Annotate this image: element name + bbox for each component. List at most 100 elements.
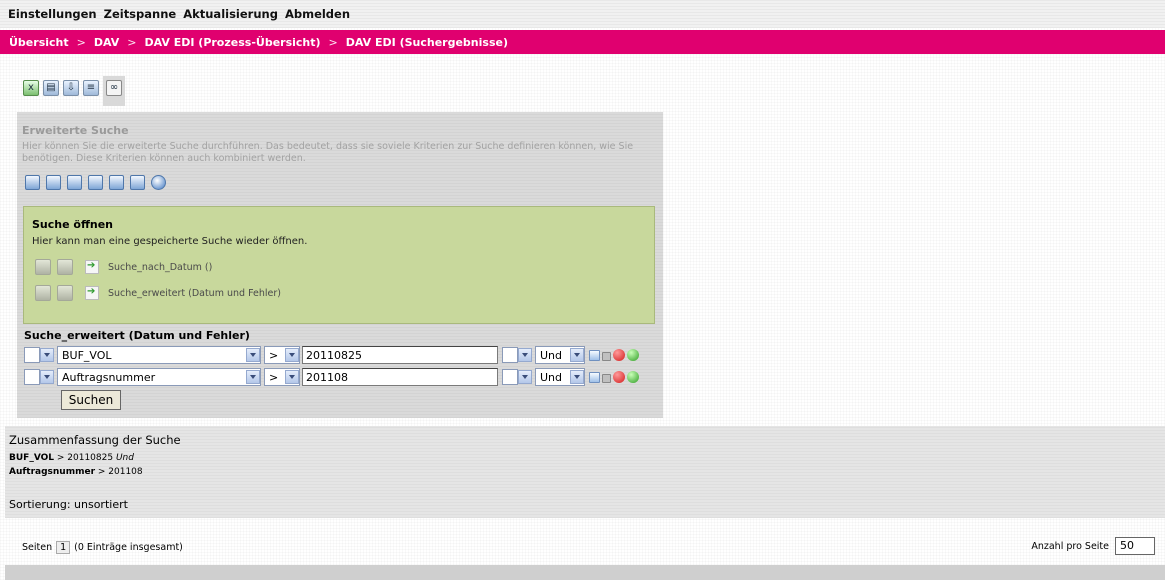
- open-search-icon[interactable]: [25, 175, 40, 190]
- search-toolbar: [25, 175, 166, 190]
- chevron-down-icon: [246, 370, 260, 384]
- operator-select[interactable]: >: [264, 346, 300, 364]
- per-page-control: Anzahl pro Seite 50: [1031, 537, 1155, 555]
- view-toolbar: x ▤ ⇩ ≡ ∞: [23, 76, 125, 106]
- summary-criterion: Auftragsnummer > 201108: [9, 467, 143, 477]
- open-paren-select[interactable]: [24, 369, 40, 385]
- chevron-down-icon: [246, 348, 260, 362]
- results-table-header: [5, 565, 1165, 580]
- logic-select[interactable]: Und: [535, 368, 585, 386]
- criteria-row: Auftragsnummer > 201108 Und: [24, 368, 639, 386]
- per-page-label: Anzahl pro Seite: [1031, 540, 1109, 552]
- field-select[interactable]: Auftragsnummer: [57, 368, 261, 386]
- breadcrumb-separator: >: [328, 35, 338, 49]
- saved-search-link[interactable]: Suche_erweitert (Datum und Fehler): [108, 288, 281, 299]
- add-row-icon[interactable]: [627, 349, 639, 361]
- summary-logic: Und: [115, 453, 134, 463]
- value-input[interactable]: 20110825: [302, 346, 498, 364]
- excel-export-icon[interactable]: x: [23, 80, 39, 96]
- tab-advanced-search[interactable]: ∞: [103, 76, 125, 106]
- criteria-row: BUF_VOL > 20110825 Und: [24, 346, 639, 364]
- breadcrumb-item-dav-edi-prozess[interactable]: DAV EDI (Prozess-Übersicht): [144, 36, 320, 49]
- menu-einstellungen[interactable]: Einstellungen: [8, 7, 97, 21]
- advanced-search-title: Erweiterte Suche: [22, 124, 129, 137]
- sort-value: unsortiert: [70, 498, 128, 511]
- open-arrow-icon[interactable]: [85, 260, 99, 274]
- help-icon[interactable]: [151, 175, 166, 190]
- open-paren-select[interactable]: [24, 347, 40, 363]
- menu-aktualisierung[interactable]: Aktualisierung: [183, 7, 278, 21]
- value-input[interactable]: 201108: [302, 368, 498, 386]
- excel-icon[interactable]: ▤: [43, 80, 59, 96]
- import-icon[interactable]: ⇩: [63, 80, 79, 96]
- menu-zeitspanne[interactable]: Zeitspanne: [104, 7, 177, 21]
- delete-saved-search-icon[interactable]: [35, 285, 51, 301]
- remove-row-icon[interactable]: [613, 371, 625, 383]
- edit-search-icon[interactable]: [46, 175, 61, 190]
- logic-value: Und: [540, 370, 563, 384]
- operator-value: >: [269, 370, 279, 384]
- small-square-icon[interactable]: [602, 374, 611, 383]
- calendar-icon[interactable]: [589, 371, 600, 383]
- logic-select[interactable]: Und: [535, 346, 585, 364]
- operator-select[interactable]: >: [264, 368, 300, 386]
- calendar-icon[interactable]: [589, 349, 600, 361]
- share-saved-search-icon[interactable]: [57, 285, 73, 301]
- chevron-down-icon: [570, 348, 584, 362]
- sort-info: Sortierung: unsortiert: [9, 498, 128, 511]
- saved-search-row: Suche_nach_Datum (): [35, 259, 212, 275]
- summary-field: BUF_VOL: [9, 453, 55, 463]
- open-arrow-icon[interactable]: [85, 286, 99, 300]
- summary-criterion: BUF_VOL > 20110825 Und: [9, 453, 134, 463]
- add-row-icon[interactable]: [627, 371, 639, 383]
- logic-value: Und: [540, 348, 563, 362]
- breadcrumb-item-dav-edi-suchergebnisse: DAV EDI (Suchergebnisse): [345, 35, 508, 49]
- close-paren-select[interactable]: [502, 369, 518, 385]
- page-number-button[interactable]: 1: [56, 541, 71, 554]
- field-select-value: Auftragsnummer: [62, 370, 156, 384]
- breadcrumb-item-dav[interactable]: DAV: [94, 36, 119, 49]
- chevron-down-icon: [570, 370, 584, 384]
- chevron-down-icon[interactable]: [40, 370, 54, 384]
- delete-saved-search-icon[interactable]: [35, 259, 51, 275]
- breadcrumb-item-uebersicht[interactable]: Übersicht: [9, 36, 69, 49]
- operator-value: >: [269, 348, 279, 362]
- per-page-input[interactable]: 50: [1115, 537, 1155, 555]
- advanced-search-panel: Erweiterte Suche Hier können Sie die erw…: [17, 112, 663, 418]
- chevron-down-icon[interactable]: [518, 370, 532, 384]
- remove-row-icon[interactable]: [613, 349, 625, 361]
- search-button[interactable]: Suchen: [61, 390, 121, 410]
- saved-search-row: Suche_erweitert (Datum und Fehler): [35, 285, 281, 301]
- summary-condition: > 201108: [95, 467, 143, 477]
- save-search-icon[interactable]: [67, 175, 82, 190]
- top-menu: Einstellungen Zeitspanne Aktualisierung …: [0, 0, 1165, 28]
- chevron-down-icon[interactable]: [40, 348, 54, 362]
- summary-field: Auftragsnummer: [9, 467, 96, 477]
- field-select[interactable]: BUF_VOL: [57, 346, 261, 364]
- open-search-box: Suche öffnen Hier kann man eine gespeich…: [23, 206, 655, 324]
- saved-search-link[interactable]: Suche_nach_Datum (): [108, 262, 212, 273]
- chevron-down-icon[interactable]: [518, 348, 532, 362]
- summary-title: Zusammenfassung der Suche: [9, 433, 181, 447]
- pager-label: Seiten: [22, 542, 53, 553]
- breadcrumb-separator: >: [127, 35, 137, 49]
- remove-criteria-icon[interactable]: [109, 175, 124, 190]
- chevron-down-icon: [285, 348, 299, 362]
- sort-label: Sortierung:: [9, 498, 71, 511]
- pager: Seiten 1 (0 Einträge insgesamt): [22, 541, 183, 554]
- breadcrumb: Übersicht > DAV > DAV EDI (Prozess-Übers…: [0, 30, 1165, 54]
- field-select-value: BUF_VOL: [62, 348, 112, 362]
- add-criteria-icon[interactable]: [88, 175, 103, 190]
- close-paren-select[interactable]: [502, 347, 518, 363]
- share-saved-search-icon[interactable]: [57, 259, 73, 275]
- advanced-search-description: Hier können Sie die erweiterte Suche dur…: [22, 141, 634, 164]
- small-square-icon[interactable]: [602, 352, 611, 361]
- criteria-title: Suche_erweitert (Datum und Fehler): [24, 329, 250, 342]
- copy-icon[interactable]: [130, 175, 145, 190]
- binoculars-icon: ∞: [106, 80, 122, 96]
- menu-abmelden[interactable]: Abmelden: [285, 7, 350, 21]
- list-view-icon[interactable]: ≡: [83, 80, 99, 96]
- open-search-description: Hier kann man eine gespeicherte Suche wi…: [32, 236, 308, 247]
- search-summary: Zusammenfassung der Suche BUF_VOL > 2011…: [5, 426, 1165, 518]
- summary-condition: > 20110825: [54, 453, 116, 463]
